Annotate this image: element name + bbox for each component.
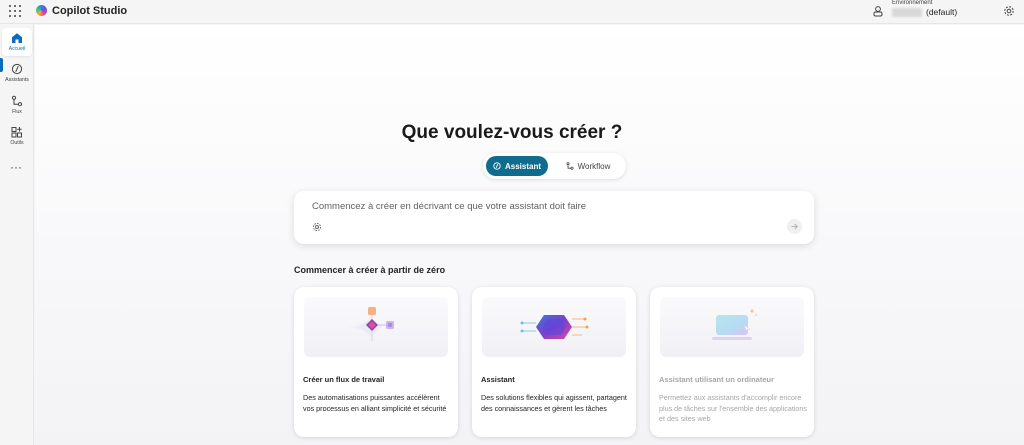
flow-icon — [11, 95, 23, 107]
copilot-logo-icon — [36, 5, 47, 16]
computer-illustration-icon — [712, 309, 758, 340]
toggle-assistant-label: Assistant — [504, 161, 541, 171]
card-title: Assistant — [481, 375, 515, 384]
card-title: Créer un flux de travail — [303, 375, 385, 384]
prompt-input[interactable] — [312, 201, 752, 212]
toggle-workflow-label: Workflow — [577, 161, 611, 171]
card-description: Des solutions flexibles qui agissent, pa… — [481, 393, 627, 413]
rail-item-flows[interactable]: Flux — [2, 91, 32, 119]
left-navigation-rail: Accueil Assistants Flux Outils ··· — [0, 24, 34, 445]
card-create-workflow[interactable]: Créer un flux de travail Des automatisat… — [294, 287, 458, 437]
app-launcher-icon[interactable] — [9, 5, 23, 19]
environment-label: Environnement — [892, 0, 933, 6]
prompt-box — [294, 191, 814, 244]
assistant-icon — [11, 63, 23, 75]
flow-icon — [566, 162, 574, 170]
card-title: Assistant utilisant un ordinateur — [659, 375, 775, 384]
assistant-icon — [493, 162, 501, 170]
card-computer-use-assistant[interactable]: Assistant utilisant un ordinateur Permet… — [650, 287, 814, 437]
mode-toggle: Assistant Workflow — [483, 153, 626, 179]
toggle-assistant-button[interactable]: Assistant — [486, 156, 548, 176]
rail-item-label: Flux — [12, 109, 22, 115]
app-title: Copilot Studio — [52, 5, 128, 17]
card-description: Permettez aux assistants d'accomplir enc… — [659, 393, 808, 423]
rail-item-assistants[interactable]: Assistants — [2, 59, 32, 87]
send-button[interactable] — [787, 219, 802, 234]
rail-item-label: Assistants — [5, 77, 29, 83]
top-bar: Copilot Studio Environnement (default) — [0, 0, 1024, 24]
settings-gear-icon[interactable] — [312, 222, 322, 232]
rail-item-home[interactable]: Accueil — [2, 28, 32, 56]
settings-gear-icon[interactable] — [1003, 5, 1015, 17]
section-title: Commencer à créer à partir de zéro — [294, 265, 446, 275]
toggle-workflow-button[interactable]: Workflow — [555, 156, 621, 176]
environment-icon[interactable] — [872, 5, 884, 17]
assistant-hexagon-illustration-icon — [520, 315, 589, 339]
card-illustration — [482, 297, 626, 357]
environment-name-redacted — [892, 8, 922, 17]
home-icon — [12, 33, 22, 43]
card-assistant[interactable]: Assistant Des solutions flexibles qui ag… — [472, 287, 636, 437]
more-options-icon[interactable]: ··· — [10, 161, 22, 173]
card-illustration — [660, 297, 804, 357]
environment-name[interactable]: (default) — [926, 7, 957, 17]
card-description: Des automatisations puissantes accélèren… — [303, 393, 447, 413]
arrow-right-icon — [791, 223, 799, 230]
workflow-illustration-icon — [346, 307, 394, 341]
card-illustration — [304, 297, 448, 357]
page-headline: Que voulez-vous créer ? — [401, 122, 623, 143]
rail-item-label: Accueil — [8, 46, 26, 52]
